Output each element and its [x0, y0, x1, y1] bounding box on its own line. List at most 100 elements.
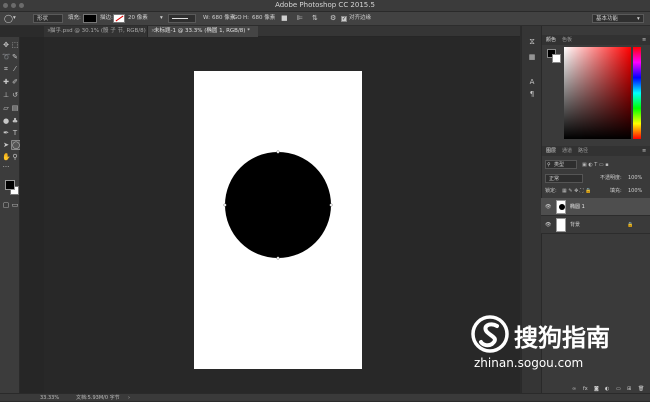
hue-slider[interactable]	[633, 47, 641, 139]
eraser-tool-icon[interactable]: ▱	[2, 104, 10, 112]
stroke-type-select[interactable]	[168, 14, 196, 23]
zoom-tool-icon[interactable]: ⚲	[11, 153, 19, 161]
color-panel-header: 颜色 色板 ≡	[542, 35, 650, 45]
foreground-color-swatch[interactable]	[5, 180, 15, 190]
layer-thumbnail	[556, 218, 566, 232]
preset-chevron-icon[interactable]: ▾	[13, 14, 16, 23]
panel-menu-icon[interactable]: ≡	[642, 147, 646, 155]
crop-tool-icon[interactable]: ⌗	[2, 65, 10, 73]
color-field[interactable]	[564, 47, 631, 139]
align-edges-checkbox[interactable]: ✓	[341, 16, 347, 22]
magic-wand-tool-icon[interactable]: ✎	[11, 53, 19, 61]
gear-icon[interactable]: ⚙	[330, 14, 336, 23]
stroke-slash-icon	[115, 15, 124, 22]
visibility-eye-icon[interactable]: 👁	[545, 203, 551, 211]
layer-row[interactable]: 👁 椭圆 1	[541, 198, 650, 216]
blur-tool-icon[interactable]: ●	[2, 117, 10, 125]
color-panel-background-swatch[interactable]	[552, 54, 561, 63]
healing-tool-icon[interactable]: ✚	[2, 78, 10, 86]
add-mask-icon[interactable]: ◙	[594, 385, 599, 393]
pen-tool-icon[interactable]: ✒	[2, 129, 10, 137]
fill-value[interactable]: 100%	[628, 187, 642, 195]
app-title: Adobe Photoshop CC 2015.5	[275, 1, 375, 9]
anchor-point[interactable]	[276, 256, 280, 260]
tab-label: 猫乎.psd @ 30.1% (骰 子 节, RGB/8)	[50, 28, 146, 34]
tab-color[interactable]: 颜色	[546, 36, 556, 44]
link-icon[interactable]: GO	[233, 14, 242, 23]
quick-mask-icon[interactable]: ▢	[2, 201, 10, 209]
screen-mode-icon[interactable]: ▭	[11, 201, 19, 209]
workspace-value: 基本功能	[596, 16, 619, 22]
tab-paths[interactable]: 路径	[578, 147, 588, 155]
tab-layers[interactable]: 图层	[546, 147, 556, 155]
close-tab-icon[interactable]: ×	[47, 26, 51, 37]
blend-mode-select[interactable]: 正常	[545, 174, 583, 183]
visibility-eye-icon[interactable]: 👁	[545, 221, 551, 229]
fill-label: 填充:	[610, 188, 622, 194]
anchor-point[interactable]	[329, 203, 333, 207]
trash-icon[interactable]: 🗑	[638, 385, 644, 393]
align-edges-label: 对齐边缘	[349, 15, 372, 21]
gradient-tool-icon[interactable]: ▤	[11, 104, 19, 112]
opacity-value[interactable]: 100%	[628, 174, 642, 182]
paragraph-panel-icon[interactable]: ¶	[528, 90, 536, 98]
type-tool-icon[interactable]: T	[11, 129, 19, 137]
tool-mode-value: 形状	[37, 16, 49, 22]
path-alignment-icon[interactable]: ⊫	[297, 14, 303, 23]
history-brush-icon[interactable]: ↺	[11, 91, 19, 99]
new-group-icon[interactable]: ▭	[616, 385, 621, 393]
character-panel-icon[interactable]: A	[528, 78, 536, 86]
workspace-select[interactable]: 基本功能 ▾	[592, 14, 644, 23]
panel-menu-icon[interactable]: ≡	[642, 36, 646, 44]
fill-swatch[interactable]	[83, 14, 97, 23]
tool-mode-select[interactable]: 形状	[33, 14, 63, 23]
brush-tool-icon[interactable]: ✐	[11, 78, 19, 86]
adjustment-layer-icon[interactable]: ◐	[605, 385, 609, 393]
stroke-size-chevron-icon[interactable]: ▾	[160, 14, 163, 23]
anchor-point[interactable]	[223, 203, 227, 207]
stroke-swatch[interactable]	[113, 14, 125, 23]
layer-row[interactable]: 👁 背景 🔒	[541, 216, 650, 234]
layer-filter-select[interactable]: ⚲ 类型	[545, 160, 577, 169]
ellipse-shape[interactable]	[225, 152, 331, 258]
lock-icons[interactable]: ▦ ✎ ✥ ⛶ 🔒	[562, 187, 591, 195]
title-bar: Adobe Photoshop CC 2015.5	[0, 0, 650, 12]
hand-tool-icon[interactable]: ✋	[2, 153, 11, 161]
anchor-point[interactable]	[276, 150, 280, 154]
path-selection-tool-icon[interactable]: ➤	[2, 141, 10, 149]
document-canvas[interactable]	[194, 71, 362, 369]
search-icon: ⚲	[547, 162, 551, 168]
h-value[interactable]: 680 像素	[252, 14, 275, 23]
eyedropper-tool-icon[interactable]: ⁄	[11, 65, 19, 73]
watermark-brand: 搜狗指南	[514, 324, 610, 352]
layers-footer: ∞ fx ◙ ◐ ▭ ⊞ 🗑	[541, 385, 650, 393]
tab-channels[interactable]: 通道	[562, 147, 572, 155]
layer-style-icon[interactable]: fx	[583, 385, 588, 393]
lock-label: 锁定:	[545, 188, 557, 194]
tab-document-2[interactable]: × 未标题-1 @ 33.3% (椭圆 1, RGB/8) *	[148, 26, 258, 37]
stamp-tool-icon[interactable]: ⊥	[2, 91, 10, 99]
dodge-tool-icon[interactable]: ♣	[11, 117, 19, 125]
more-tools-icon[interactable]: ···	[2, 163, 10, 171]
toolbox: ✥ ⬚ ➰ ✎ ⌗ ⁄ ✚ ✐ ⊥ ↺ ▱ ▤ ● ♣ ✒ T ➤ ◯ ✋ ⚲ …	[0, 37, 21, 394]
lasso-tool-icon[interactable]: ➰	[2, 53, 11, 61]
adjustments-panel-icon[interactable]: ▦	[528, 53, 536, 61]
new-layer-icon[interactable]: ⊞	[627, 385, 631, 393]
path-arrangement-icon[interactable]: ⇅	[312, 14, 318, 23]
stroke-size-value[interactable]: 20 像素	[128, 14, 148, 23]
tab-swatches[interactable]: 色板	[562, 36, 572, 44]
options-bar: ◯ ▾ 形状 填充: 描边: 20 像素 ▾ W: 680 像素 GO H: 6…	[0, 12, 650, 26]
filter-icons[interactable]: ▣ ◐ T ▭ ▪	[582, 161, 609, 169]
move-tool-icon[interactable]: ✥	[2, 41, 10, 49]
path-operations-icon[interactable]: ■	[281, 14, 288, 23]
link-layers-icon[interactable]: ∞	[572, 385, 576, 393]
history-panel-icon[interactable]: ⧖	[528, 38, 536, 46]
marquee-tool-icon[interactable]: ⬚	[11, 41, 19, 49]
layer-name: 椭圆 1	[570, 204, 585, 210]
document-tabs: × 猫乎.psd @ 30.1% (骰 子 节, RGB/8) × 未标题-1 …	[44, 26, 520, 37]
ellipse-tool-preset-icon[interactable]: ◯	[4, 14, 13, 23]
tab-document-1[interactable]: × 猫乎.psd @ 30.1% (骰 子 节, RGB/8)	[44, 26, 148, 37]
w-value[interactable]: 680 像素	[212, 14, 235, 23]
w-label: W:	[203, 15, 210, 21]
close-tab-icon[interactable]: ×	[151, 26, 155, 37]
